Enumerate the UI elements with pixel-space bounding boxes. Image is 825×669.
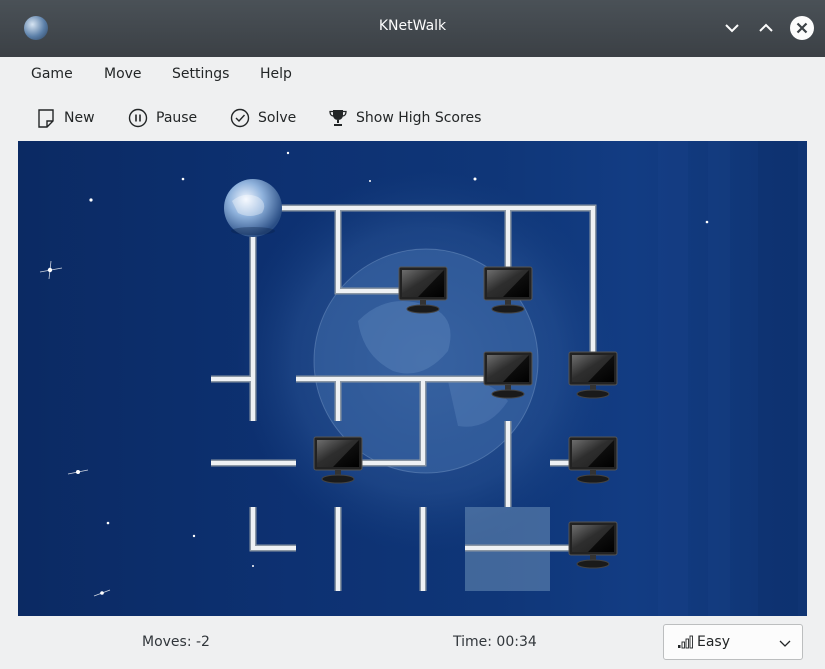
- solve-label: Solve: [258, 110, 297, 126]
- close-icon: [790, 16, 814, 40]
- new-document-icon: [36, 108, 56, 128]
- difficulty-level-icon: [678, 635, 693, 649]
- menu-help[interactable]: Help: [260, 66, 292, 82]
- new-button[interactable]: New: [36, 106, 95, 130]
- menu-settings[interactable]: Settings: [172, 66, 229, 82]
- toolbar: New Pause Solve Show High Scores: [0, 93, 825, 141]
- show-high-scores-button[interactable]: Show High Scores: [328, 106, 481, 130]
- moves-counter: Moves: -2: [142, 634, 210, 650]
- chevron-down-icon: [725, 24, 739, 33]
- board-canvas: [39, 141, 798, 616]
- title-bar: KNetWalk: [0, 0, 825, 57]
- trophy-icon: [328, 108, 348, 128]
- pause-label: Pause: [156, 110, 198, 126]
- maximize-button[interactable]: [752, 14, 780, 42]
- pause-icon: [128, 108, 148, 128]
- menu-bar: Game Move Settings Help: [0, 57, 825, 93]
- server-globe-icon: [224, 179, 282, 237]
- show-high-scores-label: Show High Scores: [356, 110, 482, 126]
- minimize-button[interactable]: [718, 14, 746, 42]
- time-counter: Time: 00:34: [453, 634, 537, 650]
- status-bar: Moves: -2 Time: 00:34 Easy: [0, 616, 825, 669]
- solve-button[interactable]: Solve: [230, 106, 296, 130]
- difficulty-select[interactable]: Easy: [663, 624, 803, 660]
- menu-move[interactable]: Move: [104, 66, 142, 82]
- game-board[interactable]: [18, 141, 807, 616]
- menu-game[interactable]: Game: [31, 66, 73, 82]
- difficulty-value: Easy: [697, 634, 731, 650]
- pause-button[interactable]: Pause: [128, 106, 197, 130]
- terminal-monitor-icon: [568, 521, 618, 569]
- checkmark-circle-icon: [230, 108, 250, 128]
- new-label: New: [64, 110, 95, 126]
- close-button[interactable]: [788, 14, 816, 42]
- chevron-down-icon: [779, 640, 791, 647]
- chevron-up-icon: [759, 23, 773, 32]
- window-title: KNetWalk: [378, 18, 447, 34]
